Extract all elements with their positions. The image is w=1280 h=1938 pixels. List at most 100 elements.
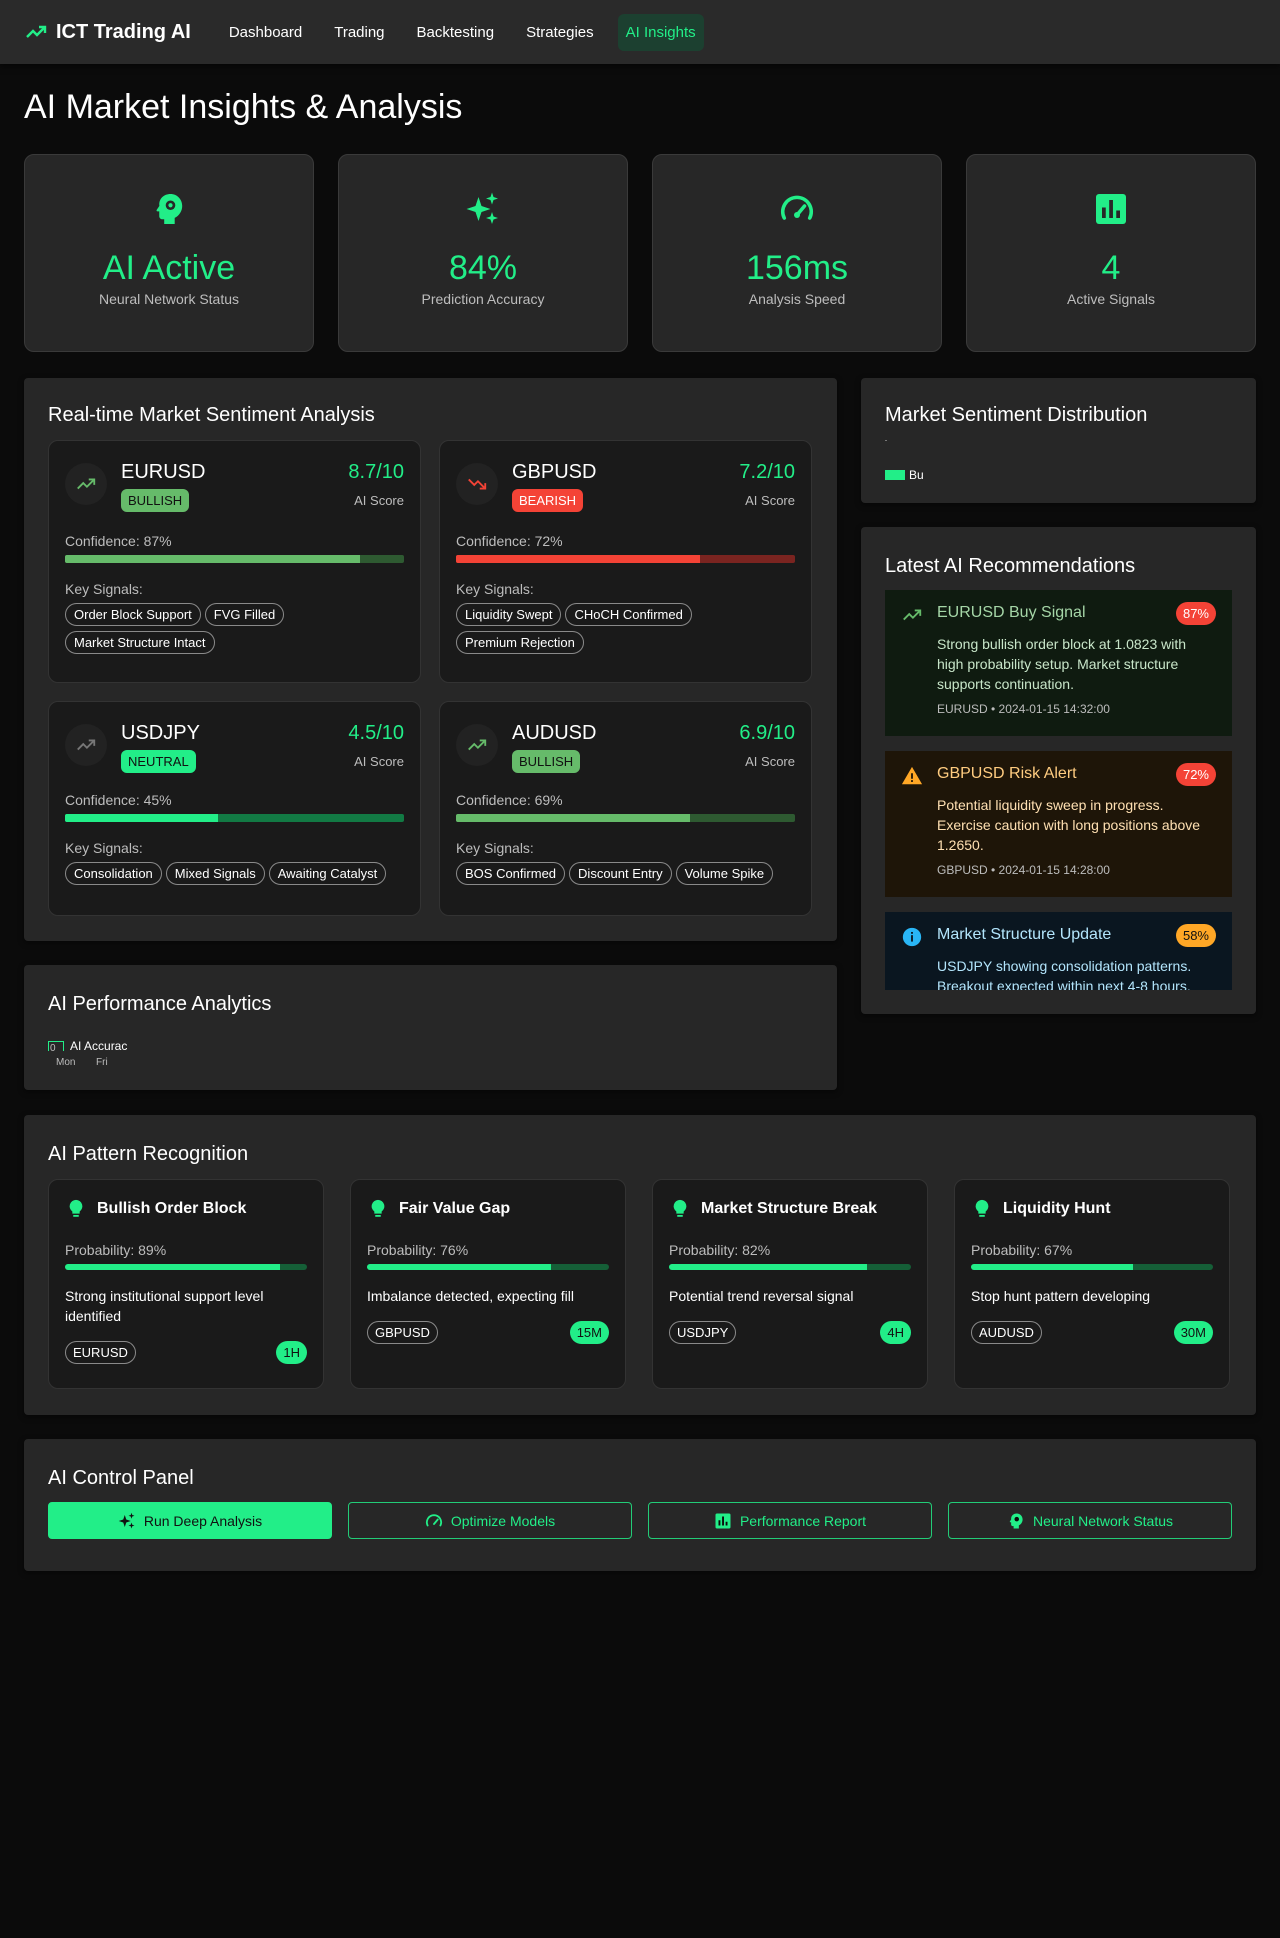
performance-title: AI Performance Analytics bbox=[48, 993, 272, 1015]
trending-up-icon bbox=[77, 739, 96, 751]
recommendation-card[interactable]: Market Structure Update 58% USDJPY showi… bbox=[885, 912, 1232, 990]
legend-label: AI Accurac bbox=[70, 1039, 128, 1053]
nav-trading[interactable]: Trading bbox=[326, 14, 392, 51]
control-title: AI Control Panel bbox=[48, 1467, 194, 1489]
pair-chip[interactable]: USDJPY bbox=[669, 1321, 737, 1344]
confidence-text: Confidence: 87% bbox=[65, 533, 172, 549]
timeframe-badge: 1H bbox=[276, 1341, 307, 1364]
nav-dashboard[interactable]: Dashboard bbox=[221, 14, 310, 51]
confidence-text: Confidence: 72% bbox=[456, 533, 563, 549]
stat-label: Active Signals bbox=[1067, 291, 1155, 307]
performance-panel: AI Performance Analytics 0 AI Accurac Mo… bbox=[24, 965, 837, 1090]
recommendations-title: Latest AI Recommendations bbox=[885, 555, 1136, 577]
sentiment-badge: NEUTRAL bbox=[121, 750, 196, 773]
key-signals-label: Key Signals: bbox=[456, 840, 534, 856]
ai-score: 4.5/10 bbox=[348, 722, 404, 744]
confidence-text: Confidence: 69% bbox=[456, 792, 563, 808]
ai-score: 8.7/10 bbox=[348, 461, 404, 483]
signal-chip[interactable]: BOS Confirmed bbox=[456, 862, 566, 885]
signal-chip[interactable]: Discount Entry bbox=[569, 862, 672, 885]
confidence-bar bbox=[456, 555, 795, 563]
recommendation-text: Strong bullish order block at 1.0823 wit… bbox=[937, 636, 1187, 692]
pattern-card[interactable]: Liquidity Hunt Probability: 67% Stop hun… bbox=[954, 1179, 1230, 1389]
sparkles-icon bbox=[118, 1512, 135, 1528]
confidence-badge: 58% bbox=[1175, 924, 1216, 947]
recommendation-meta: GBPUSD • 2024-01-15 14:28:00 bbox=[937, 863, 1110, 877]
speedometer-icon bbox=[425, 1513, 442, 1526]
top-nav: ICT Trading AI Dashboard Trading Backtes… bbox=[0, 0, 1280, 64]
x-tick-label: Mon bbox=[56, 1057, 76, 1065]
brain-gear-icon bbox=[156, 194, 183, 224]
ai-score-label: AI Score bbox=[745, 493, 795, 508]
sentiment-card-gbpusd[interactable]: GBPUSD BEARISH 7.2/10 AI Score Confidenc… bbox=[439, 440, 812, 683]
pattern-description: Strong institutional support level ident… bbox=[65, 1288, 264, 1324]
signal-chip[interactable]: Premium Rejection bbox=[456, 631, 584, 654]
confidence-bar bbox=[65, 555, 404, 563]
warning-icon bbox=[901, 766, 923, 785]
sentiment-card-usdjpy[interactable]: USDJPY NEUTRAL 4.5/10 AI Score Confidenc… bbox=[48, 701, 421, 916]
key-signals-label: Key Signals: bbox=[65, 581, 143, 597]
nav-backtesting[interactable]: Backtesting bbox=[409, 14, 503, 51]
confidence-badge: 87% bbox=[1175, 602, 1216, 625]
performance-report-button[interactable]: Performance Report bbox=[648, 1502, 932, 1539]
signal-chip[interactable]: Awaiting Catalyst bbox=[268, 862, 387, 885]
info-icon bbox=[902, 927, 922, 947]
signal-chip[interactable]: FVG Filled bbox=[204, 603, 285, 626]
pair-chip[interactable]: AUDUSD bbox=[971, 1321, 1042, 1344]
recommendation-meta: EURUSD • 2024-01-15 14:32:00 bbox=[937, 702, 1110, 716]
pattern-card[interactable]: Bullish Order Block Probability: 89% Str… bbox=[48, 1179, 324, 1389]
pair-name: GBPUSD bbox=[512, 461, 597, 483]
sentiment-badge: BULLISH bbox=[512, 750, 581, 773]
signal-chip[interactable]: Consolidation bbox=[65, 862, 162, 885]
trending-up-icon bbox=[903, 609, 922, 621]
sentiment-badge: BULLISH bbox=[121, 489, 190, 512]
chart-dot bbox=[885, 440, 887, 441]
trending-up-icon bbox=[77, 478, 96, 490]
pattern-card[interactable]: Market Structure Break Probability: 82% … bbox=[652, 1179, 928, 1389]
pair-chip[interactable]: EURUSD bbox=[65, 1341, 136, 1364]
sentiment-card-eurusd[interactable]: EURUSD BULLISH 8.7/10 AI Score Confidenc… bbox=[48, 440, 421, 683]
brand-name: ICT Trading AI bbox=[56, 20, 191, 43]
brain-gear-icon bbox=[1009, 1513, 1023, 1528]
ai-score: 6.9/10 bbox=[739, 722, 795, 744]
button-label: Run Deep Analysis bbox=[143, 1512, 263, 1529]
signal-chip[interactable]: Volume Spike bbox=[675, 862, 774, 885]
brand[interactable]: ICT Trading AI bbox=[24, 20, 191, 44]
probability-bar bbox=[669, 1264, 911, 1270]
run-deep-analysis-button[interactable]: Run Deep Analysis bbox=[48, 1502, 332, 1539]
recommendation-title: EURUSD Buy Signal bbox=[937, 604, 1086, 621]
lightbulb-icon bbox=[673, 1199, 687, 1217]
recommendation-text: USDJPY showing consolidation patterns. B… bbox=[937, 958, 1192, 990]
pattern-card[interactable]: Fair Value Gap Probability: 76% Imbalanc… bbox=[350, 1179, 626, 1389]
pattern-name: Market Structure Break bbox=[701, 1200, 878, 1217]
optimize-models-button[interactable]: Optimize Models bbox=[348, 1502, 632, 1539]
sentiment-panel: Real-time Market Sentiment Analysis EURU… bbox=[24, 378, 837, 941]
neural-network-status-button[interactable]: Neural Network Status bbox=[948, 1502, 1232, 1539]
signal-chip[interactable]: CHoCH Confirmed bbox=[565, 603, 692, 626]
signal-chip[interactable]: Mixed Signals bbox=[165, 862, 265, 885]
ai-score-label: AI Score bbox=[354, 493, 404, 508]
distribution-title: Market Sentiment Distribution bbox=[885, 404, 1148, 426]
confidence-text: Confidence: 45% bbox=[65, 792, 172, 808]
ai-score: 7.2/10 bbox=[739, 461, 795, 483]
trending-up-icon bbox=[26, 25, 47, 38]
recommendations-list[interactable]: EURUSD Buy Signal 87% Strong bullish ord… bbox=[885, 590, 1232, 990]
pattern-title: AI Pattern Recognition bbox=[48, 1143, 249, 1165]
pattern-name: Fair Value Gap bbox=[399, 1200, 511, 1217]
signal-chip[interactable]: Liquidity Swept bbox=[456, 603, 562, 626]
key-signals-label: Key Signals: bbox=[456, 581, 534, 597]
recommendation-card[interactable]: GBPUSD Risk Alert 72% Potential liquidit… bbox=[885, 751, 1232, 897]
pair-chip[interactable]: GBPUSD bbox=[367, 1321, 438, 1344]
recommendation-card[interactable]: EURUSD Buy Signal 87% Strong bullish ord… bbox=[885, 590, 1232, 736]
signal-chip[interactable]: Order Block Support bbox=[65, 603, 201, 626]
stat-value: AI Active bbox=[102, 249, 236, 287]
pattern-description: Imbalance detected, expecting fill bbox=[367, 1288, 575, 1304]
distribution-legend[interactable]: Bu bbox=[885, 468, 924, 482]
y-tick-label: 0 bbox=[50, 1043, 56, 1054]
nav-ai-insights[interactable]: AI Insights bbox=[617, 13, 704, 51]
signal-chip[interactable]: Market Structure Intact bbox=[65, 631, 215, 654]
probability-text: Probability: 82% bbox=[669, 1242, 771, 1258]
stat-card-accuracy: 84% Prediction Accuracy bbox=[338, 154, 628, 352]
sentiment-card-audusd[interactable]: AUDUSD BULLISH 6.9/10 AI Score Confidenc… bbox=[439, 701, 812, 916]
nav-strategies[interactable]: Strategies bbox=[518, 14, 602, 51]
